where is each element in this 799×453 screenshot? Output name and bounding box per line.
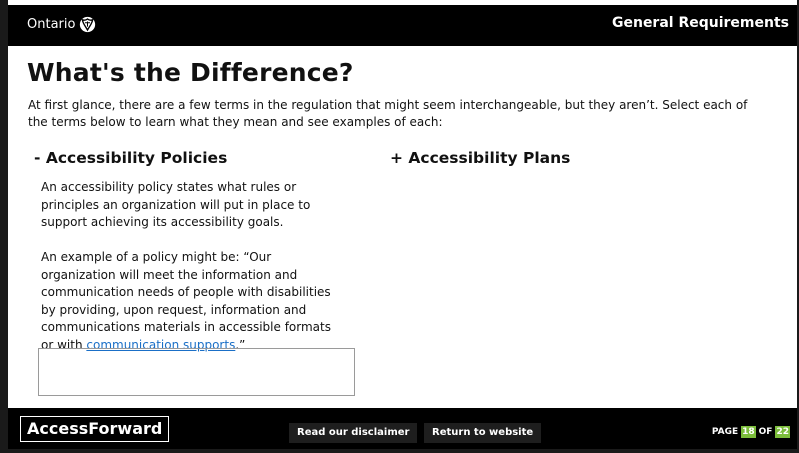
ontario-logo: Ontario bbox=[27, 16, 96, 33]
accessibility-policies-toggle[interactable]: - Accessibility Policies bbox=[34, 149, 227, 167]
policy-example: An example of a policy might be: “Our or… bbox=[41, 249, 346, 354]
page-title: What's the Difference? bbox=[27, 58, 354, 87]
page-indicator: PAGE 18 OF 22 bbox=[712, 426, 793, 438]
total-pages-number: 22 bbox=[775, 426, 790, 438]
return-to-website-button[interactable]: Return to website bbox=[424, 423, 542, 443]
logo-text: Ontario bbox=[27, 17, 76, 32]
top-bar: Ontario General Requirements bbox=[8, 5, 797, 46]
accessforward-brand[interactable]: AccessForward bbox=[20, 416, 170, 442]
current-page-number: 18 bbox=[741, 426, 756, 438]
focus-outline bbox=[38, 348, 355, 396]
footer-bar: AccessForward Read our disclaimer Return… bbox=[8, 408, 797, 449]
intro-text: At first glance, there are a few terms i… bbox=[28, 98, 748, 129]
accessibility-plans-toggle[interactable]: + Accessibility Plans bbox=[390, 149, 570, 167]
policy-example-text: An example of a policy might be: “Our or… bbox=[41, 250, 331, 352]
page-label: PAGE bbox=[711, 427, 739, 437]
of-label: OF bbox=[758, 427, 773, 437]
read-disclaimer-button[interactable]: Read our disclaimer bbox=[289, 423, 418, 443]
policy-definition: An accessibility policy states what rule… bbox=[41, 180, 311, 229]
policy-example-closing: .” bbox=[235, 337, 246, 352]
section-title: General Requirements bbox=[611, 15, 789, 31]
ontario-trillium-icon bbox=[80, 16, 96, 33]
content-area: What's the Difference? At first glance, … bbox=[8, 46, 797, 408]
accessibility-policies-panel: An accessibility policy states what rule… bbox=[41, 179, 346, 354]
communication-supports-link[interactable]: communication supports bbox=[86, 338, 235, 352]
